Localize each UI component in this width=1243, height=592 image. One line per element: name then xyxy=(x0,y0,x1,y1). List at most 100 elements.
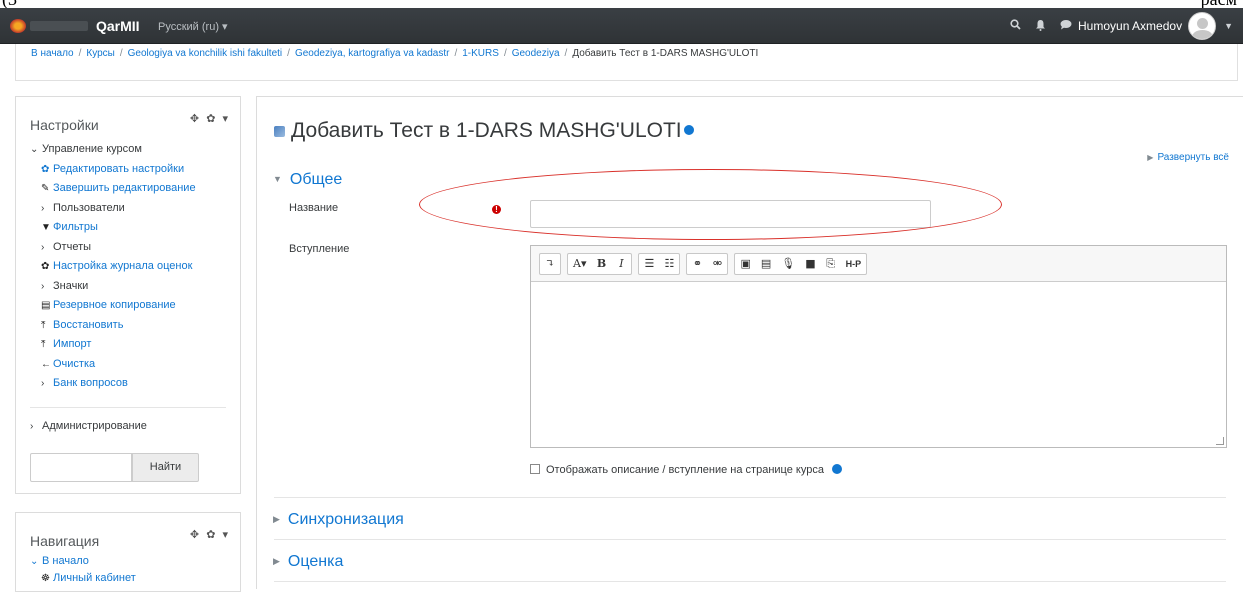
divider xyxy=(30,407,226,408)
toolbar-group-collapse: ↴ xyxy=(539,253,561,275)
ordered-list-button[interactable]: ☷ xyxy=(659,254,679,274)
bell-icon[interactable] xyxy=(1035,19,1046,34)
block-search-input[interactable] xyxy=(30,453,132,482)
dashboard-icon: ☸ xyxy=(41,573,50,584)
bold-button[interactable]: B xyxy=(591,254,611,274)
tree-backup[interactable]: ▤ Резервное копирование xyxy=(30,296,196,316)
nav-home[interactable]: ⌄ В начало xyxy=(30,553,136,570)
site-logo-icon[interactable] xyxy=(10,19,26,33)
chevron-right-icon: › xyxy=(41,202,45,214)
record-audio-button[interactable]: 🎙 xyxy=(776,254,800,274)
navigation-block-title: Навигация xyxy=(30,533,100,549)
navigation-tree: ⌄ В начало ☸ Личный кабинет xyxy=(30,553,136,587)
show-description-checkbox[interactable] xyxy=(530,464,540,474)
top-navbar: QarMII Русский (ru) ▾ Humoyun Axmedov ▼ xyxy=(0,8,1243,44)
tree-gradebook-setup[interactable]: ✿ Настройка журнала оценок xyxy=(30,257,196,277)
chat-icon[interactable] xyxy=(1060,19,1072,33)
breadcrumb-home[interactable]: В начало xyxy=(31,48,74,59)
chevron-down-icon: ⌄ xyxy=(30,556,39,567)
language-menu[interactable]: Русский (ru) ▾ xyxy=(158,20,228,33)
section-sync[interactable]: ▶ Синхронизация xyxy=(273,511,404,529)
avatar[interactable] xyxy=(1188,12,1217,40)
search-icon[interactable] xyxy=(1010,19,1021,33)
chevron-down-icon: ⌄ xyxy=(30,144,39,155)
breadcrumb-courses[interactable]: Курсы xyxy=(86,48,114,59)
tree-reports[interactable]: › Отчеты xyxy=(30,238,196,258)
image-button[interactable]: ▣ xyxy=(735,254,755,274)
tree-badges[interactable]: › Значки xyxy=(30,277,196,297)
user-menu-chevron-down-icon[interactable]: ▼ xyxy=(1224,21,1233,31)
breadcrumb-current: Добавить Тест в 1-DARS MASHG'ULOTI xyxy=(572,48,759,59)
section-divider xyxy=(274,539,1226,540)
tree-edit-settings[interactable]: ✿ Редактировать настройки xyxy=(30,160,196,180)
help-icon[interactable] xyxy=(832,464,842,475)
block-tools-icon[interactable]: ✥ ✿ ▾ xyxy=(190,112,230,125)
tree-users[interactable]: › Пользователи xyxy=(30,199,196,219)
gear-icon: ✿ xyxy=(41,163,50,175)
tree-finish-editing[interactable]: ✎ Завершить редактирование xyxy=(30,179,196,199)
editor-toolbar: ↴ A▾ B I ☰ ☷ ⚭ ⚮ ▣ ▤ 🎙 ■ ⎘ H-P xyxy=(531,246,1226,282)
tree-import[interactable]: ⤒ Импорт xyxy=(30,335,196,355)
chevron-right-icon: › xyxy=(41,378,45,389)
record-video-button[interactable]: ■ xyxy=(800,254,820,274)
tree-filters[interactable]: ▼ Фильтры xyxy=(30,218,196,238)
required-icon: ! xyxy=(492,205,501,214)
media-button[interactable]: ▤ xyxy=(756,254,776,274)
breadcrumb: В начало / Курсы / Geologiya va konchilik is… xyxy=(31,48,759,59)
gear-icon: ✿ xyxy=(41,261,50,272)
site-brand[interactable]: QarMII xyxy=(96,18,140,34)
tree-administration[interactable]: › Администрирование xyxy=(30,417,147,437)
arrow-left-icon: ← xyxy=(41,358,51,370)
upload-icon: ⤒ xyxy=(41,339,46,350)
toolbar-group-lists: ☰ ☷ xyxy=(638,253,681,275)
paragraph-style-button[interactable]: A▾ xyxy=(568,254,591,274)
unordered-list-button[interactable]: ☰ xyxy=(639,254,659,274)
redacted-site-name xyxy=(30,21,88,31)
chevron-right-icon: › xyxy=(41,280,45,292)
section-divider xyxy=(274,497,1226,498)
tree-restore[interactable]: ⤒ Восстановить xyxy=(30,316,196,336)
nav-dashboard[interactable]: ☸ Личный кабинет xyxy=(30,570,136,587)
file-icon: ▤ xyxy=(41,300,51,311)
settings-block-title: Настройки xyxy=(30,117,99,133)
toolbar-toggle-button[interactable]: ↴ xyxy=(540,254,560,274)
section-divider xyxy=(274,581,1226,582)
caret-down-icon: ▼ xyxy=(273,174,282,184)
expand-all-link[interactable]: ▶ Развернуть всё xyxy=(1147,152,1229,163)
link-button[interactable]: ⚭ xyxy=(687,254,707,274)
navbar-user-area: Humoyun Axmedov ▼ xyxy=(1010,8,1243,44)
section-general[interactable]: ▼ Общее xyxy=(273,171,342,189)
block-tools-icon[interactable]: ✥ ✿ ▾ xyxy=(190,528,230,541)
breadcrumb-year[interactable]: 1-KURS xyxy=(462,48,499,59)
breadcrumb-card: В начало / Курсы / Geologiya va konchilik is… xyxy=(15,44,1238,81)
resize-handle-icon[interactable] xyxy=(1216,437,1224,445)
quiz-icon xyxy=(274,126,285,137)
user-name[interactable]: Humoyun Axmedov xyxy=(1078,19,1182,33)
toolbar-group-format: A▾ B I xyxy=(567,253,633,275)
unlink-button[interactable]: ⚮ xyxy=(707,254,727,274)
artifact-left-text: (3 xyxy=(2,0,17,8)
help-icon[interactable] xyxy=(683,125,694,136)
section-grade[interactable]: ▶ Оценка xyxy=(273,553,343,571)
intro-editor: ↴ A▾ B I ☰ ☷ ⚭ ⚮ ▣ ▤ 🎙 ■ ⎘ H-P xyxy=(530,245,1227,448)
name-input[interactable] xyxy=(530,200,931,228)
manage-files-button[interactable]: ⎘ xyxy=(821,254,841,274)
breadcrumb-faculty[interactable]: Geologiya va konchilik ishi fakulteti xyxy=(128,48,283,59)
name-label: Название xyxy=(289,202,339,214)
show-description-row: Отображать описание / вступление на стра… xyxy=(530,463,842,476)
artifact-right-text: paсм xyxy=(1201,0,1237,8)
chevron-right-icon: › xyxy=(41,241,45,253)
h5p-button[interactable]: H-P xyxy=(841,254,867,274)
intro-textarea[interactable] xyxy=(531,282,1226,447)
document-top-artifact: (3 paсм xyxy=(0,0,1243,8)
chevron-right-icon: › xyxy=(30,421,34,432)
tree-question-bank[interactable]: › Банк вопросов xyxy=(30,374,196,394)
italic-button[interactable]: I xyxy=(611,254,631,274)
upload-icon: ⤒ xyxy=(41,319,46,331)
block-search-button[interactable]: Найти xyxy=(132,453,199,482)
tree-reset[interactable]: ← Очистка xyxy=(30,355,196,375)
caret-right-icon: ▶ xyxy=(273,556,280,566)
tree-course-admin[interactable]: ⌄ Управление курсом xyxy=(30,140,196,160)
breadcrumb-department[interactable]: Geodeziya, kartografiya va kadastr xyxy=(295,48,450,59)
breadcrumb-course[interactable]: Geodeziya xyxy=(512,48,560,59)
